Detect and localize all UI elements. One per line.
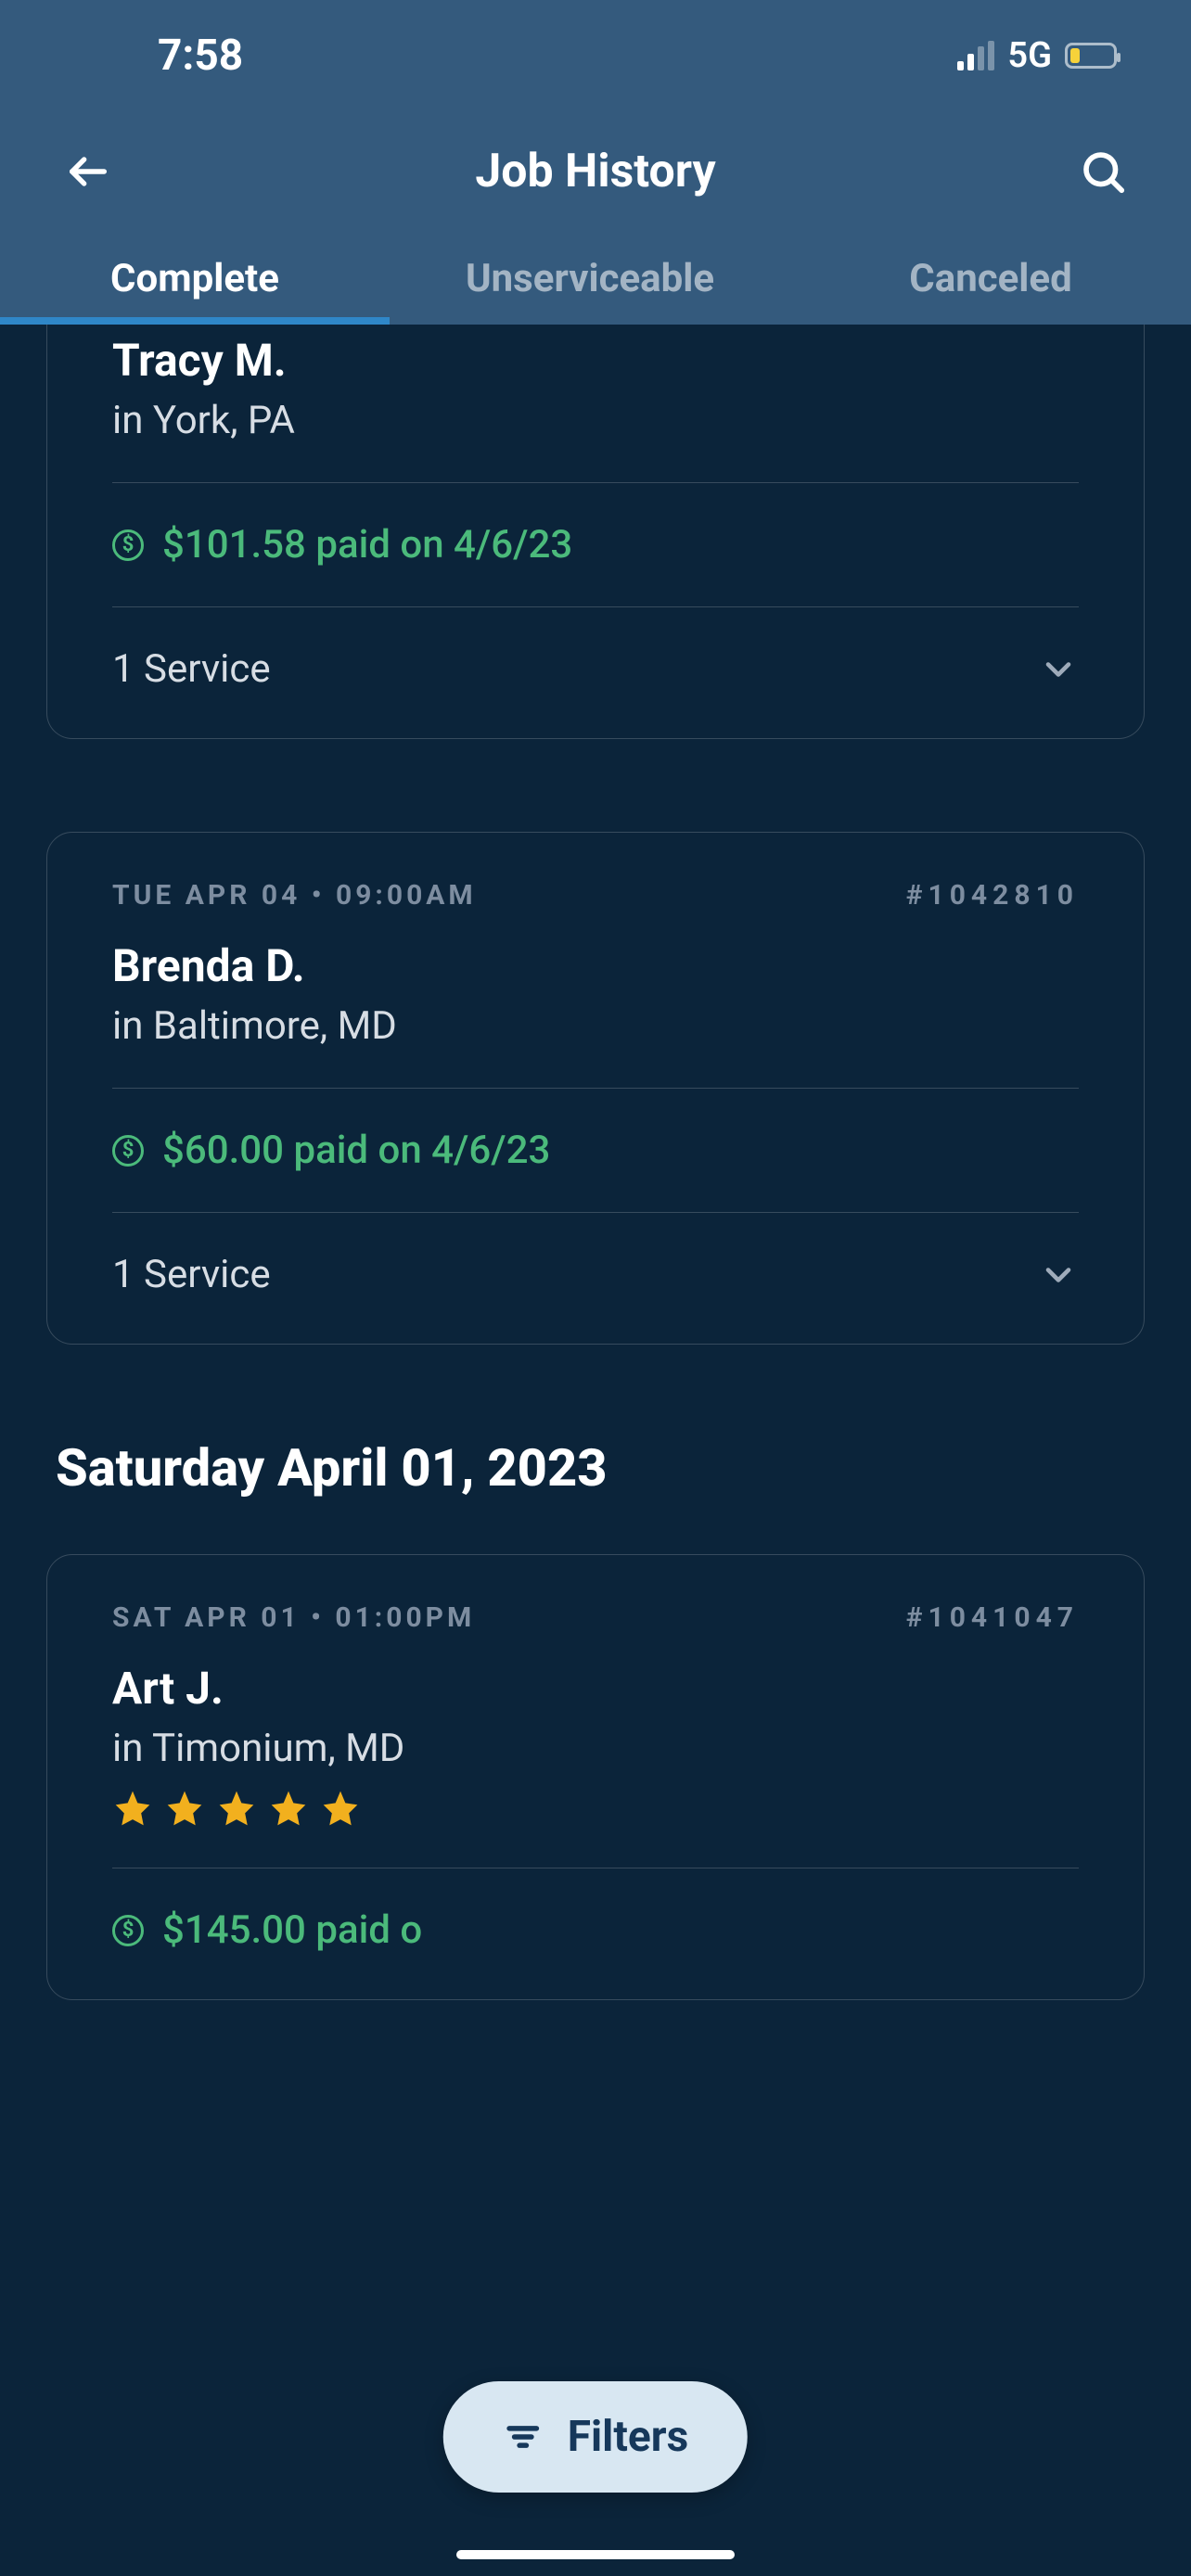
header-area: 7:58 5G Job History [0, 0, 1191, 325]
filter-icon [503, 2417, 544, 2457]
payment-text: $60.00 paid on 4/6/23 [162, 1128, 550, 1173]
tab-complete[interactable]: Complete [0, 232, 390, 325]
search-button[interactable] [1070, 139, 1135, 204]
home-indicator[interactable] [456, 2550, 735, 2559]
customer-location: in Timonium, MD [112, 1726, 1079, 1771]
divider [112, 1088, 1079, 1089]
job-list[interactable]: Tracy M. in York, PA $ $101.58 paid on 4… [0, 325, 1191, 2576]
battery-icon [1065, 43, 1117, 69]
customer-location: in York, PA [112, 398, 1079, 443]
signal-icon [957, 41, 994, 70]
network-label: 5G [1007, 35, 1052, 76]
service-expand-row[interactable]: 1 Service [112, 646, 1079, 692]
status-time: 7:58 [56, 31, 243, 81]
job-number: #1041047 [906, 1601, 1079, 1634]
star-icon [164, 1788, 205, 1829]
star-icon [320, 1788, 361, 1829]
job-card[interactable]: Tracy M. in York, PA $ $101.58 paid on 4… [46, 325, 1145, 739]
arrow-left-icon [64, 147, 112, 196]
job-card[interactable]: SAT APR 01 • 01:00PM #1041047 Art J. in … [46, 1554, 1145, 2000]
rating-stars [112, 1788, 1079, 1829]
service-count: 1 Service [112, 646, 271, 692]
screen: 7:58 5G Job History [0, 0, 1191, 2576]
tab-canceled[interactable]: Canceled [790, 232, 1191, 325]
payment-row: $ $145.00 paid o [112, 1907, 1079, 1953]
filters-button[interactable]: Filters [443, 2381, 748, 2493]
customer-name: Brenda D. [112, 939, 1079, 992]
status-bar: 7:58 5G [0, 0, 1191, 111]
filters-label: Filters [568, 2412, 688, 2462]
nav-bar: Job History [0, 111, 1191, 232]
payment-text: $145.00 paid o [162, 1907, 422, 1953]
job-meta: SAT APR 01 • 01:00PM #1041047 [112, 1601, 1079, 1634]
star-icon [216, 1788, 257, 1829]
chevron-down-icon [1038, 649, 1079, 690]
date-section-header: Saturday April 01, 2023 [56, 1437, 1145, 1498]
job-number: #1042810 [906, 879, 1079, 912]
payment-row: $ $60.00 paid on 4/6/23 [112, 1128, 1079, 1173]
star-icon [268, 1788, 309, 1829]
dollar-icon: $ [112, 1135, 144, 1167]
search-icon [1078, 147, 1128, 197]
job-datetime: SAT APR 01 • 01:00PM [112, 1601, 475, 1634]
back-button[interactable] [56, 139, 121, 204]
divider [112, 482, 1079, 483]
customer-location: in Baltimore, MD [112, 1003, 1079, 1049]
job-meta: TUE APR 04 • 09:00AM #1042810 [112, 879, 1079, 912]
job-datetime: TUE APR 04 • 09:00AM [112, 879, 477, 912]
divider [112, 606, 1079, 607]
divider [112, 1212, 1079, 1213]
status-right: 5G [957, 35, 1135, 76]
tabs: Complete Unserviceable Canceled [0, 232, 1191, 325]
star-icon [112, 1788, 153, 1829]
chevron-down-icon [1038, 1255, 1079, 1295]
page-title: Job History [475, 145, 715, 198]
tab-unserviceable[interactable]: Unserviceable [390, 232, 790, 325]
service-expand-row[interactable]: 1 Service [112, 1252, 1079, 1297]
customer-name: Art J. [112, 1662, 1079, 1715]
payment-row: $ $101.58 paid on 4/6/23 [112, 522, 1079, 567]
dollar-icon: $ [112, 1915, 144, 1946]
job-card[interactable]: TUE APR 04 • 09:00AM #1042810 Brenda D. … [46, 832, 1145, 1345]
dollar-icon: $ [112, 529, 144, 561]
payment-text: $101.58 paid on 4/6/23 [162, 522, 572, 567]
service-count: 1 Service [112, 1252, 271, 1297]
customer-name: Tracy M. [112, 334, 1079, 387]
